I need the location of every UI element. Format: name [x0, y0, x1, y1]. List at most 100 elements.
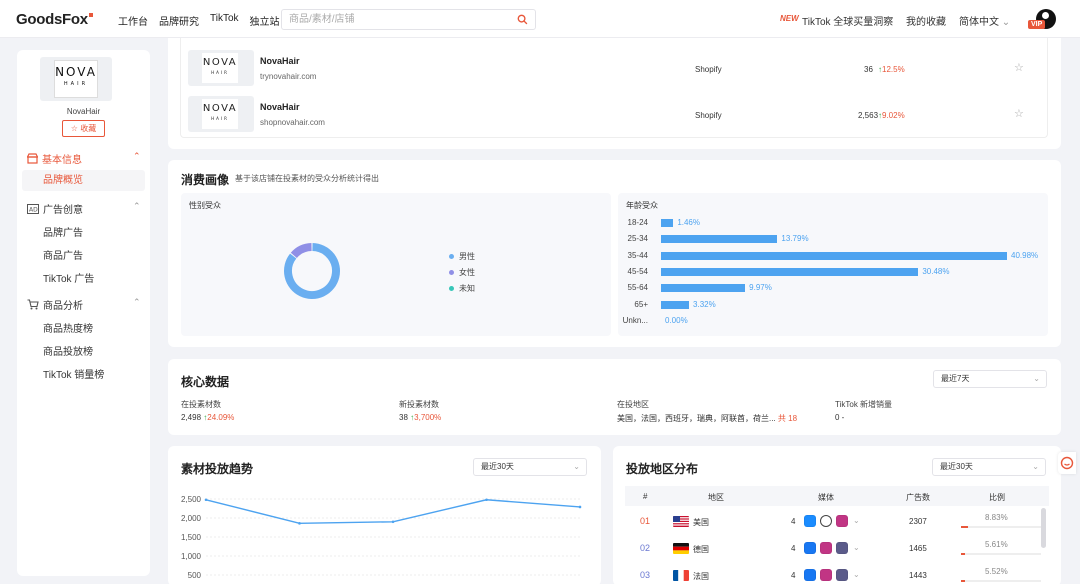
- regions-range-select[interactable]: 最近30天 ⌄: [932, 458, 1046, 476]
- legend-female: 女性: [449, 267, 475, 278]
- ad-count: 2307: [909, 517, 927, 526]
- chevron-up-icon[interactable]: ⌃: [133, 201, 141, 212]
- legend-unknown: 未知: [449, 283, 475, 294]
- donut-slice-女性: [290, 243, 312, 259]
- chevron-down-icon[interactable]: ⌄: [853, 516, 860, 525]
- goodsfox-logo[interactable]: GoodsFox: [16, 11, 93, 28]
- kpi-label: 新投素材数: [399, 400, 439, 409]
- nav-brand-research[interactable]: 品牌研究: [159, 13, 199, 28]
- chevron-down-icon[interactable]: ⌄: [853, 543, 860, 552]
- regions-title: 投放地区分布: [626, 462, 699, 476]
- region-name[interactable]: 德国: [693, 544, 709, 555]
- sidebar-item-brand-ads[interactable]: 品牌广告: [43, 224, 83, 239]
- chevron-down-icon[interactable]: ⌄: [853, 570, 860, 579]
- ratio-value: 5.52%: [985, 567, 1008, 576]
- gender-donut-chart: [284, 243, 340, 299]
- nav-workbench[interactable]: 工作台: [118, 13, 148, 28]
- sidebar-section-ad-creative[interactable]: AD 广告创意: [27, 201, 83, 216]
- chevron-up-icon[interactable]: ⌃: [133, 297, 141, 308]
- region-name[interactable]: 美国: [693, 517, 709, 528]
- sidebar: NOVA HAIR NovaHair ☆ 收藏 基本信息 ⌃ 品牌概览 AD 广告…: [17, 50, 150, 576]
- scrollbar[interactable]: [1041, 508, 1046, 548]
- store-url[interactable]: shopnovahair.com: [260, 118, 325, 127]
- sidebar-item-tiktok-sales[interactable]: TikTok 销量榜: [43, 366, 104, 381]
- sidebar-item-product-ads[interactable]: 商品广告: [43, 247, 83, 262]
- search-input[interactable]: [282, 10, 507, 29]
- ad-icon: AD: [27, 203, 39, 214]
- media-count: 4: [791, 571, 796, 580]
- chat-button[interactable]: [1058, 452, 1076, 474]
- audience-icon: [836, 569, 848, 581]
- gender-label: 性别受众: [189, 201, 221, 210]
- instagram-icon: [836, 515, 848, 527]
- star-icon: ☆: [70, 124, 78, 133]
- search-icon[interactable]: [517, 14, 528, 25]
- store-platform: Shopify: [695, 65, 722, 74]
- col-media: 媒体: [818, 493, 834, 502]
- col-ads: 广告数: [906, 493, 930, 502]
- age-bar: [661, 219, 674, 227]
- age-data-label: 40.98%: [1011, 250, 1039, 260]
- trend-point[interactable]: [204, 498, 208, 502]
- sidebar-item-brand-overview[interactable]: 品牌概览: [22, 170, 145, 191]
- top-navigation: GoodsFox 工作台 品牌研究 TikTok 独立站 NEW TikTok …: [0, 0, 1080, 38]
- chevron-down-icon: ⌄: [573, 462, 580, 471]
- sidebar-item-product-hot[interactable]: 商品热度榜: [43, 320, 93, 335]
- trend-point[interactable]: [578, 505, 582, 509]
- trend-point[interactable]: [485, 498, 488, 502]
- rank-number: 01: [640, 516, 651, 526]
- store-url[interactable]: trynovahair.com: [260, 72, 316, 81]
- favorite-button[interactable]: ☆ 收藏: [62, 120, 105, 137]
- new-badge: NEW: [780, 14, 799, 23]
- audience-icon: [820, 515, 832, 527]
- store-name[interactable]: NovaHair: [260, 102, 300, 112]
- tiktok-insight-link[interactable]: TikTok 全球买量洞察: [802, 13, 893, 28]
- chevron-up-icon[interactable]: ⌃: [133, 151, 141, 162]
- age-data-label: 13.79%: [781, 234, 809, 244]
- trend-range-select[interactable]: 最近30天 ⌄: [473, 458, 587, 476]
- instagram-icon: [820, 569, 832, 581]
- main-nav: 工作台 品牌研究 TikTok 独立站: [118, 13, 280, 28]
- star-icon[interactable]: ☆: [1014, 107, 1024, 120]
- star-icon[interactable]: ☆: [1014, 61, 1024, 74]
- trend-point[interactable]: [391, 520, 395, 524]
- nav-tiktok[interactable]: TikTok: [210, 13, 239, 28]
- trend-point[interactable]: [298, 522, 301, 525]
- ad-count: 1465: [909, 544, 927, 553]
- store-logo: NOVA HAIR: [188, 96, 254, 132]
- col-rank: #: [643, 492, 648, 501]
- search-box: [281, 9, 536, 30]
- age-data-label: 1.46%: [677, 218, 700, 227]
- store-name[interactable]: NovaHair: [260, 56, 300, 66]
- col-region: 地区: [708, 493, 724, 502]
- ratio-bar-fill: [961, 553, 966, 555]
- age-tick-label: 25-34: [627, 234, 648, 244]
- store-count: 36: [864, 65, 873, 74]
- nav-independent-site[interactable]: 独立站: [250, 13, 280, 28]
- portrait-subtitle: 基于该店铺在投素材的受众分析统计得出: [235, 174, 379, 183]
- core-range-select[interactable]: 最近7天 ⌄: [933, 370, 1047, 388]
- language-label: 简体中文: [959, 17, 999, 28]
- regions-table-header: [625, 486, 1049, 506]
- facebook-icon: [804, 542, 816, 554]
- my-favorites-link[interactable]: 我的收藏: [906, 13, 946, 28]
- age-data-label: 30.48%: [922, 266, 950, 276]
- sidebar-section-basic-info[interactable]: 基本信息: [27, 151, 82, 166]
- sidebar-item-tiktok-ads[interactable]: TikTok 广告: [43, 270, 94, 285]
- messenger-icon: [804, 515, 816, 527]
- sidebar-section-product-analysis[interactable]: 商品分析: [27, 297, 83, 312]
- region-count-link[interactable]: 共 18: [778, 414, 797, 423]
- rank-number: 03: [640, 570, 651, 580]
- language-select[interactable]: 简体中文 ⌄: [959, 13, 1010, 28]
- cart-icon: [27, 299, 39, 310]
- region-name[interactable]: 法国: [693, 571, 709, 582]
- ratio-value: 8.83%: [985, 513, 1008, 522]
- ratio-bar-fill: [961, 526, 969, 528]
- audience-icon: [836, 542, 848, 554]
- flag-icon: [673, 570, 689, 581]
- sidebar-item-product-launch[interactable]: 商品投放榜: [43, 343, 93, 358]
- stores-card: NOVA HAIR NovaHair trynovahair.com Shopif…: [168, 38, 1061, 149]
- trend-line-chart: 2,500 2,000 1,500 1,000 500: [181, 495, 582, 580]
- ratio-value: 5.61%: [985, 540, 1008, 549]
- ratio-bar-track: [961, 526, 1041, 528]
